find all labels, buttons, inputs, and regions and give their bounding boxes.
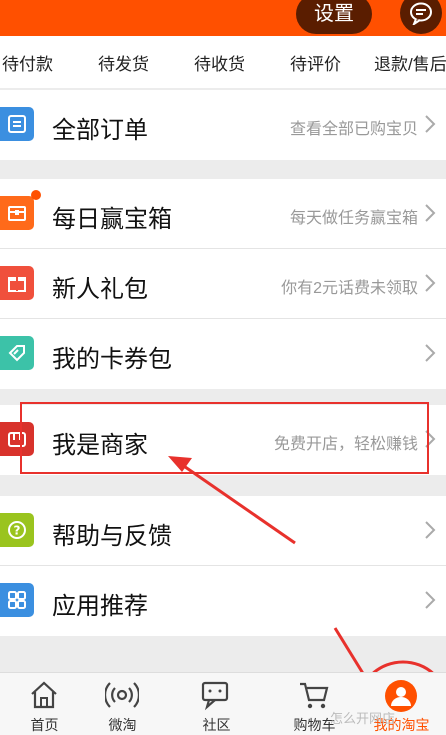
nav-weitao-label: 微淘 (108, 717, 137, 733)
watermark-text: 怎么开网店 (330, 711, 396, 726)
nav-home-label: 首页 (30, 717, 59, 733)
nav-weitao[interactable]: 微淘 (78, 673, 167, 735)
annotation-arrows (168, 456, 446, 735)
chat-icon (201, 681, 229, 711)
broadcast-icon (105, 682, 139, 708)
home-icon (31, 681, 57, 709)
nav-community[interactable]: 社区 (172, 673, 261, 735)
nav-home[interactable]: 首页 (0, 673, 89, 735)
cart-icon (300, 682, 329, 709)
nav-community-label: 社区 (202, 717, 231, 733)
